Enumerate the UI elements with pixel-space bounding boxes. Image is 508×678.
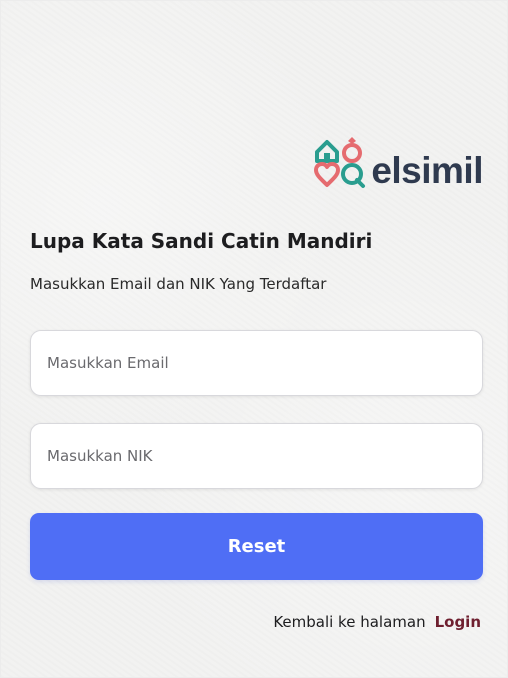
- nik-input[interactable]: [31, 424, 482, 488]
- brand-logo: elsimil: [311, 132, 483, 190]
- email-field-container: [30, 330, 483, 396]
- house-ring-heart-chat-icon: [314, 137, 366, 188]
- back-to-login-text: Kembali ke halaman: [273, 613, 426, 631]
- reset-button[interactable]: Reset: [30, 513, 483, 580]
- back-to-login-row: Kembali ke halaman Login: [273, 613, 481, 631]
- login-link[interactable]: Login: [435, 613, 481, 631]
- nik-field-container: [30, 423, 483, 489]
- email-input[interactable]: [31, 331, 482, 395]
- brand-name: elsimil: [371, 150, 483, 191]
- page-subtitle: Masukkan Email dan NIK Yang Terdaftar: [30, 275, 327, 293]
- forgot-password-screen: elsimil Lupa Kata Sandi Catin Mandiri Ma…: [0, 0, 508, 678]
- page-title: Lupa Kata Sandi Catin Mandiri: [30, 229, 373, 253]
